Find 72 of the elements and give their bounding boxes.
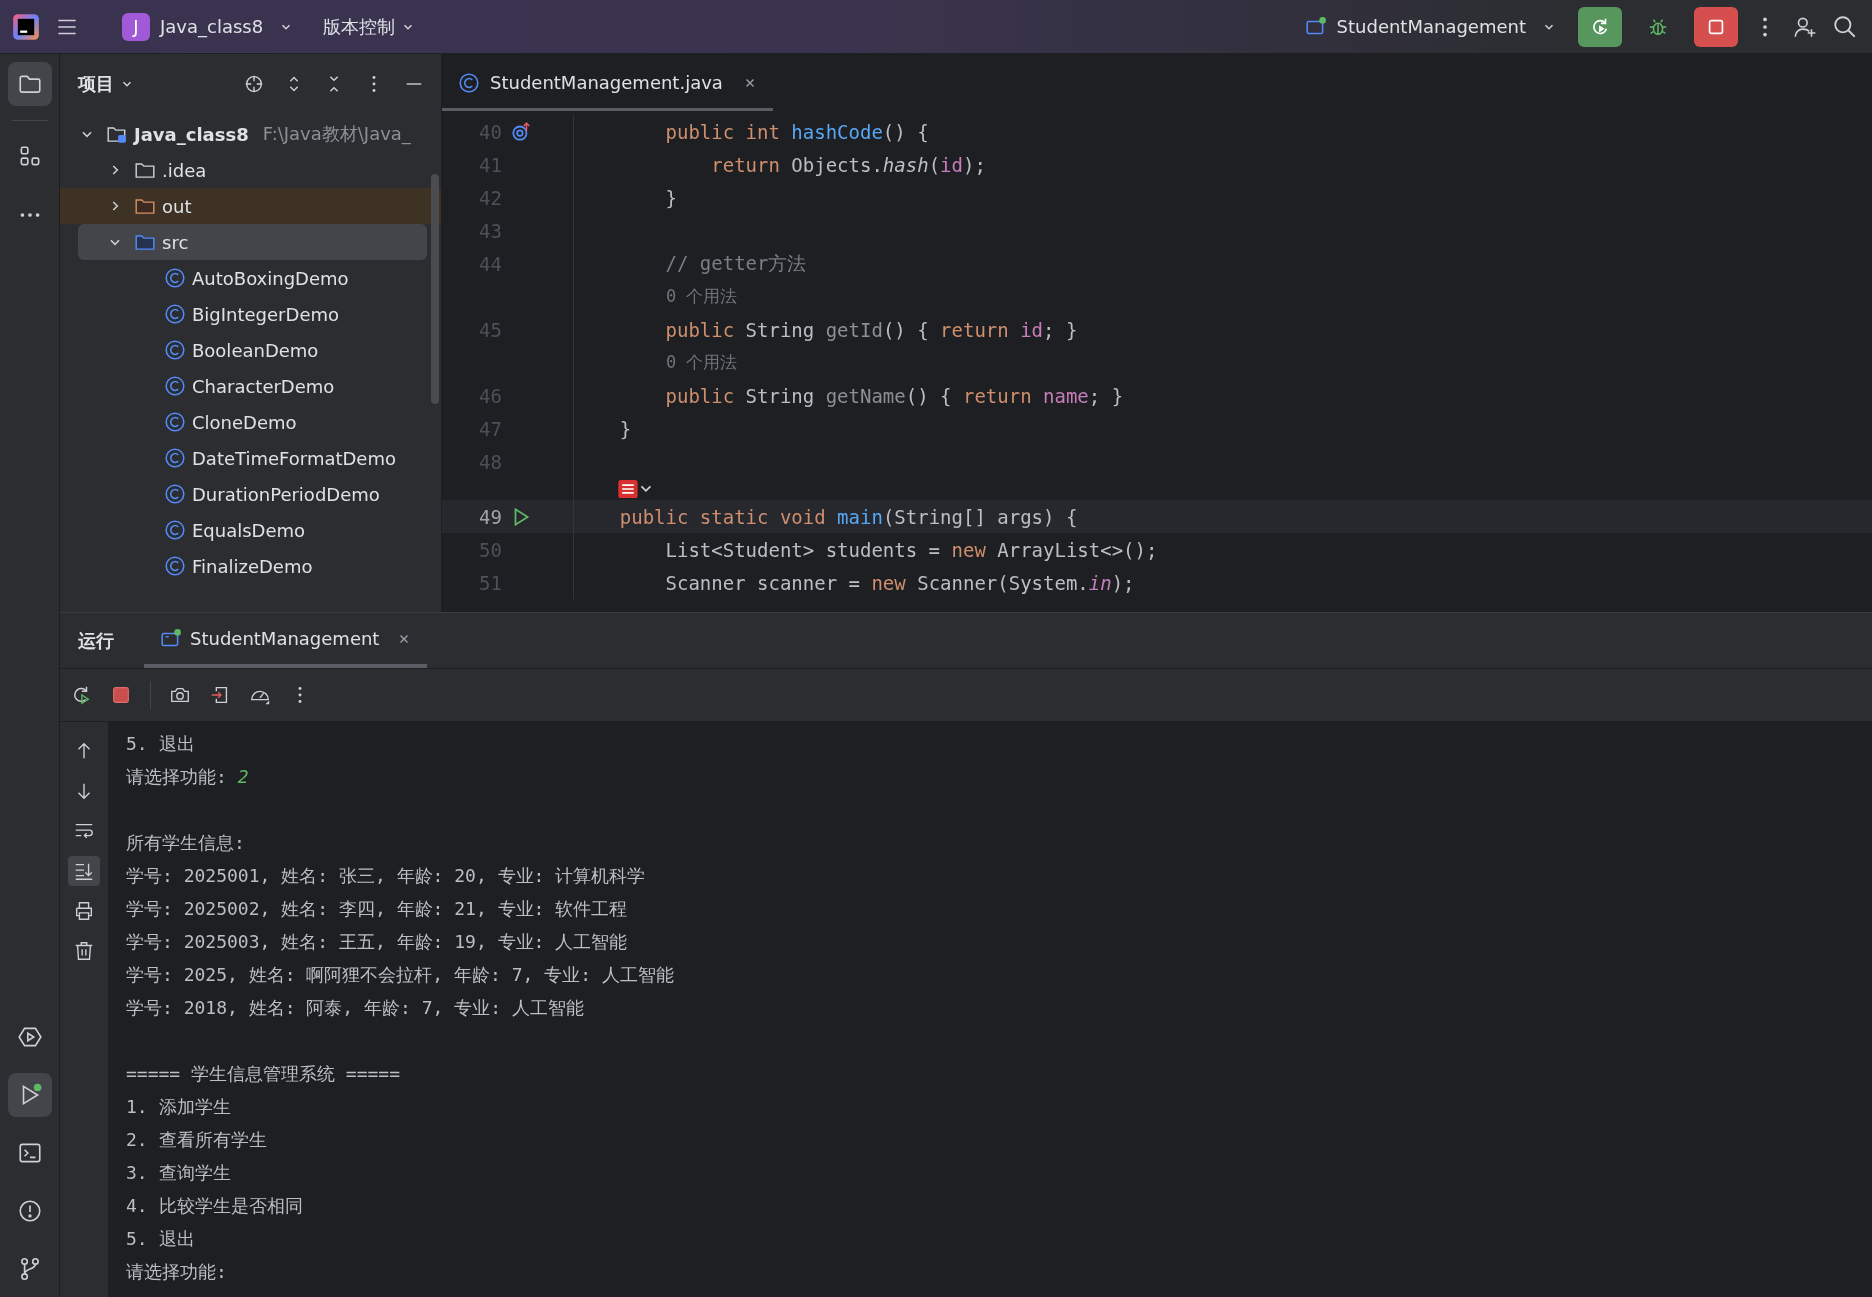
class-icon (164, 555, 186, 577)
tree-item[interactable]: BigIntegerDemo (192, 303, 339, 325)
console-line: 学号: 2025003, 姓名: 王五, 年龄: 19, 专业: 人工智能 (126, 930, 629, 954)
editor-tab[interactable]: StudentManagement.java (442, 57, 773, 111)
console-line: 学号: 2025001, 姓名: 张三, 年龄: 20, 专业: 计算机科学 (126, 864, 647, 888)
override-marker-icon[interactable] (510, 120, 532, 143)
console-line: 学号: 2025, 姓名: 啊阿狸不会拉杆, 年龄: 7, 专业: 人工智能 (126, 963, 675, 987)
usage-hint[interactable]: 0 个用法 (574, 285, 738, 308)
class-icon (458, 71, 480, 94)
console-line: 1. 添加学生 (126, 1095, 232, 1119)
class-icon (164, 447, 186, 469)
class-icon (164, 519, 186, 541)
project-view-selector[interactable]: 项目 (78, 72, 114, 96)
console-line: 5. 退出 (126, 732, 196, 756)
class-icon (164, 339, 186, 361)
run-config-selector[interactable]: StudentManagement (1336, 16, 1526, 37)
class-icon (164, 411, 186, 433)
tree-item[interactable]: DateTimeFormatDemo (192, 447, 396, 469)
project-tool-button[interactable] (7, 62, 52, 106)
usage-hint[interactable]: 0 个用法 (574, 351, 738, 374)
console-line: 所有学生信息: (126, 831, 246, 855)
console-line: 学号: 2018, 姓名: 阿泰, 年龄: 7, 专业: 人工智能 (126, 996, 585, 1020)
console-line: 3. 查询学生 (126, 1161, 232, 1185)
tree-item[interactable]: FinalizeDemo (192, 555, 313, 577)
search-icon[interactable] (1832, 13, 1858, 40)
project-path: F:\Java教材\Java_ (262, 122, 411, 146)
tree-item[interactable]: CloneDemo (192, 411, 297, 433)
plugin-icon[interactable] (618, 480, 652, 498)
console-line: 请选择功能: 2 (126, 765, 250, 789)
line-number: 49 (478, 505, 502, 528)
run-tool-button[interactable] (7, 1073, 52, 1117)
run-tab[interactable]: StudentManagement (144, 613, 428, 668)
tree-item[interactable]: out (162, 195, 192, 217)
code-line: public String getName() { return name; } (664, 384, 1124, 407)
tree-item[interactable]: Java_class8 (134, 123, 249, 145)
tree-item[interactable]: BooleanDemo (192, 339, 319, 361)
project-selector[interactable]: Java_class8 (160, 16, 264, 37)
class-icon (164, 303, 186, 325)
rerun-button[interactable] (1578, 6, 1622, 47)
class-icon (164, 375, 186, 397)
code-line: public String getId() { return id; } (664, 318, 1078, 341)
console-line: 4. 比较学生是否相同 (126, 1194, 304, 1218)
code-line: } (618, 417, 632, 440)
code-line: List<Student> students = new ArrayList<>(); (664, 538, 1158, 561)
class-icon (164, 267, 186, 289)
tree-item[interactable]: AutoBoxingDemo (192, 267, 349, 289)
code-line: Scanner scanner = new Scanner(System.in); (664, 571, 1135, 594)
tree-item[interactable]: EqualsDemo (192, 519, 306, 541)
vcs-menu[interactable]: 版本控制 (323, 14, 396, 39)
console-line: 2. 查看所有学生 (126, 1128, 268, 1152)
code-line: } (664, 186, 677, 209)
tree-item[interactable]: .idea (162, 159, 207, 181)
code-line: public static void main(String[] args) { (618, 505, 1078, 528)
run-panel-title: 运行 (78, 628, 114, 653)
tree-item[interactable]: src (162, 231, 189, 253)
app-logo-icon[interactable] (12, 12, 40, 41)
console-line: 请选择功能: (126, 1260, 228, 1284)
scrollbar[interactable] (431, 174, 439, 404)
tree-item[interactable]: DurationPeriodDemo (192, 483, 380, 505)
console-line: 5. 退出 (126, 1227, 196, 1251)
stop-icon[interactable] (110, 684, 132, 706)
code-line: // getter方法 (664, 250, 807, 276)
console-line: 学号: 2025002, 姓名: 李四, 年龄: 21, 专业: 软件工程 (126, 897, 629, 921)
code-line: return Objects.hash(id); (710, 153, 986, 176)
class-icon (164, 483, 186, 505)
console-line: ===== 学生信息管理系统 ===== (126, 1062, 402, 1086)
project-badge[interactable]: J (122, 12, 150, 41)
locate-icon[interactable] (243, 73, 265, 95)
problems-icon[interactable] (16, 1198, 43, 1224)
tree-item[interactable]: CharacterDemo (192, 375, 335, 397)
code-line: public int hashCode() { (664, 120, 929, 143)
stop-button[interactable] (1694, 6, 1738, 47)
